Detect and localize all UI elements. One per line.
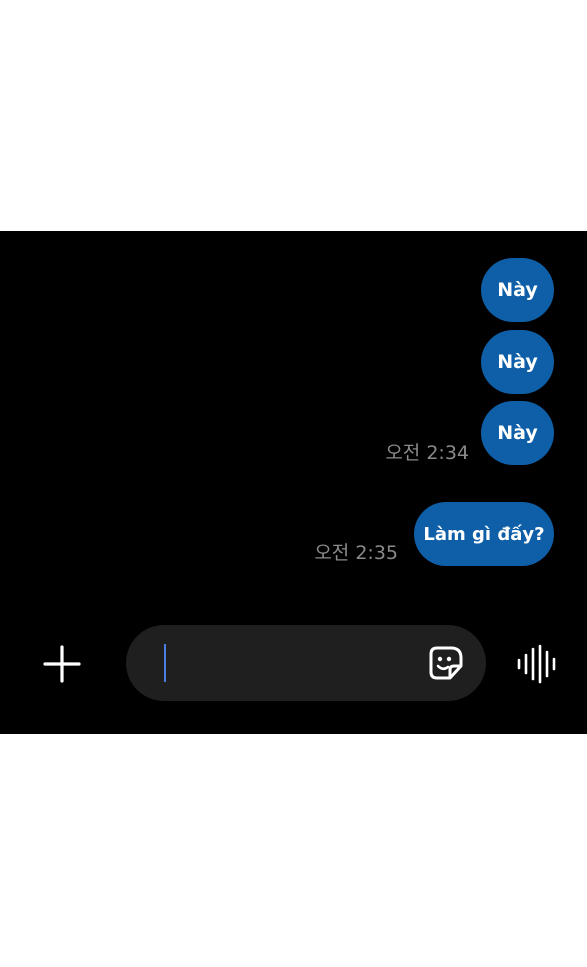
sticker-button[interactable] [428, 645, 466, 681]
voice-waveform-icon [517, 644, 556, 684]
sticker-smiley-icon [429, 646, 463, 680]
message-bubble[interactable]: Làm gì đấy? [414, 502, 554, 566]
page: Này Này 오전 2:34 Này 오전 2:35 Làm gì đấy? [0, 0, 587, 967]
message-input[interactable] [156, 625, 420, 703]
voice-message-button[interactable] [515, 644, 559, 684]
message-bubble[interactable]: Này [481, 258, 554, 322]
chat-panel: Này Này 오전 2:34 Này 오전 2:35 Làm gì đấy? [0, 231, 587, 734]
message-bubble[interactable]: Này [481, 401, 554, 465]
message-input-container[interactable] [126, 625, 486, 703]
attach-button[interactable] [42, 644, 82, 684]
plus-icon [43, 645, 81, 683]
text-cursor [164, 644, 166, 682]
message-timestamp: 오전 2:35 [314, 542, 398, 564]
message-bubble[interactable]: Này [481, 330, 554, 394]
message-timestamp: 오전 2:34 [385, 442, 469, 464]
